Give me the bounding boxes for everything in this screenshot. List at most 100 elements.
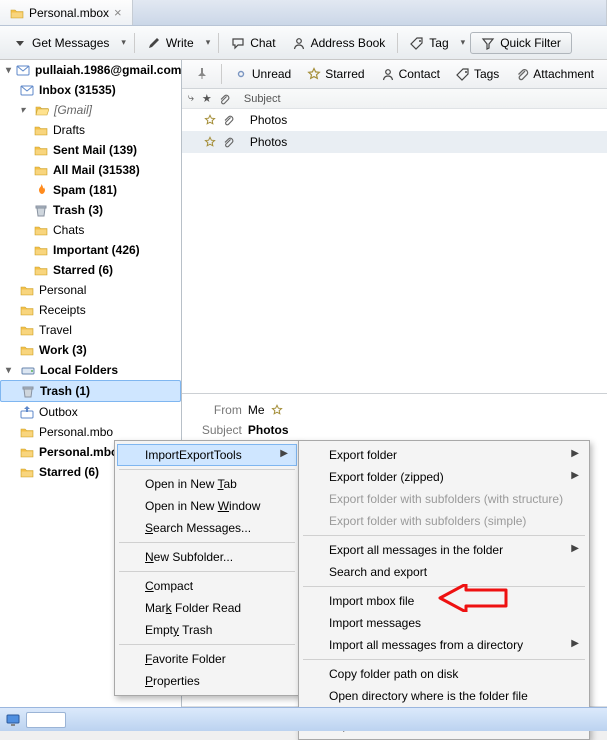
menu-label: Export folder (zipped) (329, 470, 444, 484)
folder-chats[interactable]: Chats (0, 220, 181, 240)
qf-pin[interactable] (188, 65, 216, 83)
menu-empty-trash[interactable]: Empty Trash (117, 619, 297, 641)
attach-cell (222, 114, 240, 126)
menu-open-new-window[interactable]: Open in New Window (117, 495, 297, 517)
folder-allmail[interactable]: All Mail (31538) (0, 160, 181, 180)
folder-travel[interactable]: Travel (0, 320, 181, 340)
menu-label: Export folder with subfolders (with stru… (329, 492, 563, 506)
qf-starred[interactable]: Starred (300, 65, 371, 83)
col-thread[interactable]: ⤷ (188, 92, 202, 105)
folder-icon (20, 283, 34, 297)
tab-inactive[interactable] (133, 0, 607, 25)
qf-contact[interactable]: Contact (374, 65, 447, 83)
hdd-icon (21, 363, 35, 377)
menu-compact[interactable]: Compact (117, 575, 297, 597)
submenu-arrow-icon: ▶ (571, 448, 579, 459)
menu-new-subfolder[interactable]: New Subfolder... (117, 546, 297, 568)
menu-export-folder[interactable]: Export folder ▶ (301, 444, 587, 466)
account-root[interactable]: ▾ pullaiah.1986@gmail.com (0, 60, 181, 80)
folder-label: Personal.mbo (39, 425, 113, 439)
main-toolbar: Get Messages ▾ Write ▾ Chat Address Book… (0, 26, 607, 60)
folder-sent[interactable]: Sent Mail (139) (0, 140, 181, 160)
folder-work[interactable]: Work (3) (0, 340, 181, 360)
star-icon (307, 67, 321, 81)
message-row[interactable]: Photos (182, 109, 607, 131)
local-folders-root[interactable]: ▾ Local Folders (0, 360, 181, 380)
folder-trash[interactable]: Trash (3) (0, 200, 181, 220)
folder-drafts[interactable]: Drafts (0, 120, 181, 140)
submenu-arrow-icon: ▶ (280, 448, 288, 459)
qf-tags-label: Tags (474, 67, 499, 81)
menu-label: Import messages (329, 616, 421, 630)
write-label: Write (166, 36, 194, 50)
qf-tags[interactable]: Tags (449, 65, 506, 83)
folder-spam[interactable]: Spam (181) (0, 180, 181, 200)
funnel-icon (481, 36, 495, 50)
menu-open-folder-directory[interactable]: Open directory where is the folder file (301, 685, 587, 707)
menu-mark-folder-read[interactable]: Mark Folder Read (117, 597, 297, 619)
person-icon (292, 36, 306, 50)
twisty-icon[interactable]: ▾ (6, 365, 16, 376)
col-star[interactable]: ★ (202, 92, 218, 105)
qf-attachment-label: Attachment (533, 67, 594, 81)
folder-personal-mbox-1[interactable]: Personal.mbo (0, 422, 181, 442)
menu-favorite-folder[interactable]: Favorite Folder (117, 648, 297, 670)
menu-search-messages[interactable]: Search Messages... (117, 517, 297, 539)
menu-copy-folder-path[interactable]: Copy folder path on disk (301, 663, 587, 685)
tag-dropdown[interactable]: ▾ (458, 37, 469, 48)
menu-search-and-export[interactable]: Search and export (301, 561, 587, 583)
get-messages-dropdown[interactable]: ▾ (118, 37, 129, 48)
get-messages-label: Get Messages (32, 36, 109, 50)
menu-properties[interactable]: Properties (117, 670, 297, 692)
folder-gmail[interactable]: ▾ [Gmail] (0, 100, 181, 120)
get-messages-button[interactable]: Get Messages (6, 33, 116, 53)
qf-unread[interactable]: Unread (227, 65, 298, 83)
folder-starred[interactable]: Starred (6) (0, 260, 181, 280)
separator (221, 64, 222, 84)
menu-open-new-tab[interactable]: Open in New Tab (117, 473, 297, 495)
twisty-icon[interactable]: ▾ (20, 105, 30, 116)
write-dropdown[interactable]: ▾ (203, 37, 214, 48)
tab-active[interactable]: Personal.mbox × (0, 0, 133, 25)
qf-attachment[interactable]: Attachment (508, 65, 601, 83)
from-value: Me (248, 403, 265, 417)
inbox-icon (20, 83, 34, 97)
taskbar-item[interactable] (26, 712, 66, 728)
folder-label: [Gmail] (54, 103, 92, 117)
menu-export-folder-zipped[interactable]: Export folder (zipped)▶ (301, 466, 587, 488)
folder-outbox[interactable]: Outbox (0, 402, 181, 422)
monitor-icon[interactable] (6, 713, 20, 727)
message-row[interactable]: Photos (182, 131, 607, 153)
qf-contact-label: Contact (399, 67, 440, 81)
clip-icon (222, 114, 234, 126)
clip-icon (222, 136, 234, 148)
menu-import-from-directory[interactable]: Import all messages from a directory▶ (301, 634, 587, 656)
star-icon[interactable] (271, 404, 283, 416)
write-button[interactable]: Write (140, 33, 201, 53)
folder-local-trash[interactable]: Trash (1) (0, 380, 181, 402)
star-cell[interactable] (204, 136, 220, 148)
menu-export-all-messages[interactable]: Export all messages in the folder▶ (301, 539, 587, 561)
folder-icon (34, 223, 48, 237)
folder-personal[interactable]: Personal (0, 280, 181, 300)
star-cell[interactable] (204, 114, 220, 126)
tab-close-icon[interactable]: × (114, 5, 122, 20)
folder-important[interactable]: Important (426) (0, 240, 181, 260)
subject-cell: Photos (242, 135, 601, 149)
subject-label: Subject (192, 423, 242, 437)
twisty-icon[interactable]: ▾ (6, 65, 11, 76)
tabs-row: Personal.mbox × (0, 0, 607, 26)
menu-label: Export folder (329, 448, 397, 462)
menu-import-mbox-file[interactable]: Import mbox file (301, 590, 587, 612)
folder-inbox[interactable]: Inbox (31535) (0, 80, 181, 100)
chat-button[interactable]: Chat (224, 33, 282, 53)
quick-filter-button[interactable]: Quick Filter (470, 32, 572, 54)
col-subject-header[interactable]: Subject (236, 93, 601, 105)
address-book-button[interactable]: Address Book (285, 33, 393, 53)
tag-button[interactable]: Tag (403, 33, 455, 53)
menu-importexporttools[interactable]: ImportExportTools▶ (117, 444, 297, 466)
menu-separator (303, 659, 585, 660)
menu-import-messages[interactable]: Import messages (301, 612, 587, 634)
folder-receipts[interactable]: Receipts (0, 300, 181, 320)
col-attach[interactable] (218, 93, 236, 105)
